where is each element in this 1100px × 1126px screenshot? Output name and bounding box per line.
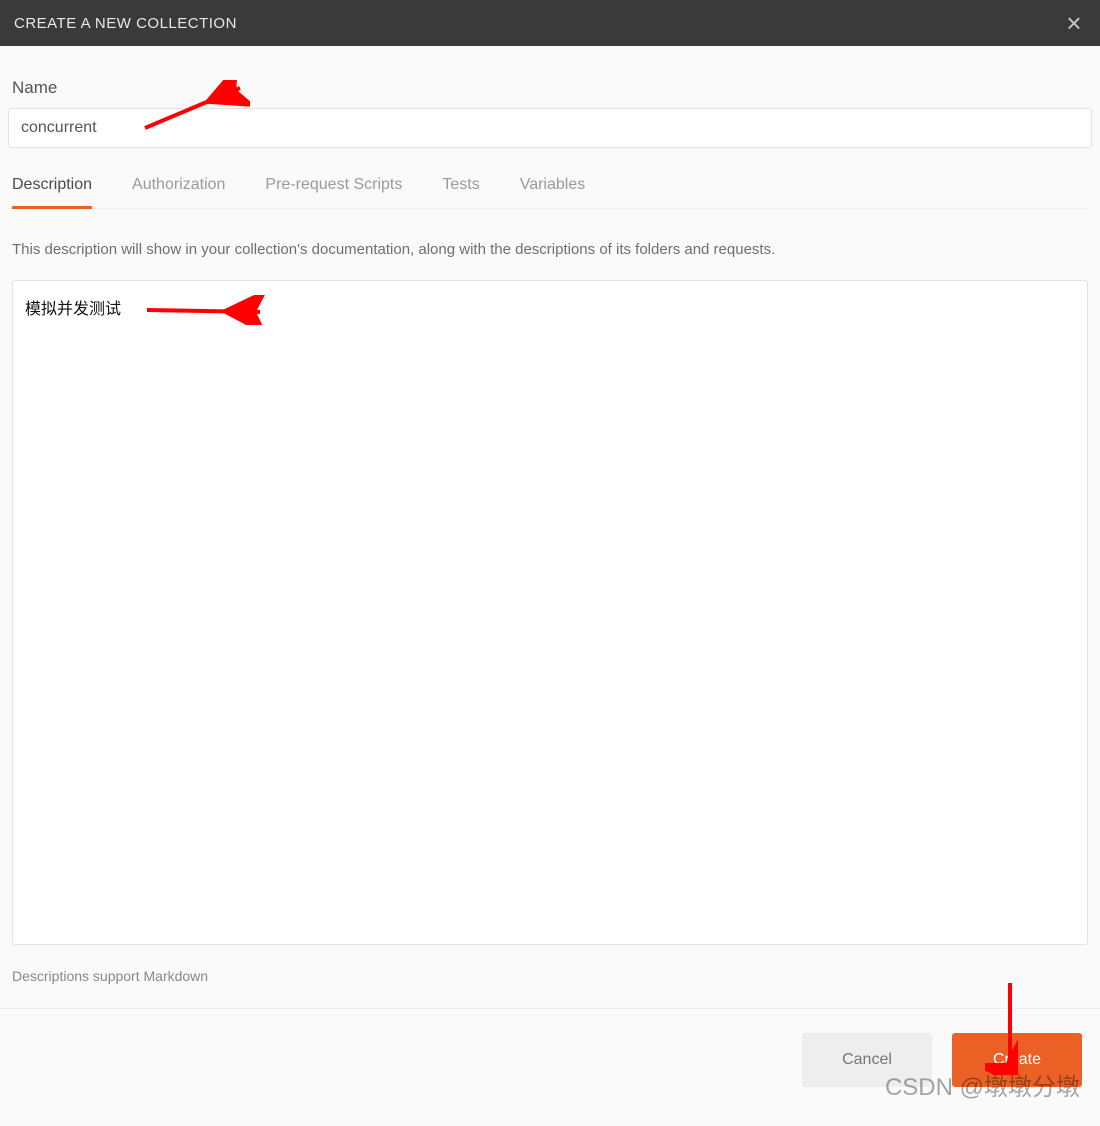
description-textarea[interactable] — [12, 280, 1088, 945]
modal-titlebar: CREATE A NEW COLLECTION × — [0, 0, 1100, 46]
modal-title: CREATE A NEW COLLECTION — [14, 15, 237, 32]
tabs: Description Authorization Pre-request Sc… — [8, 176, 1092, 209]
name-label: Name — [12, 78, 1088, 98]
markdown-note: Descriptions support Markdown — [12, 968, 1088, 984]
tab-variables[interactable]: Variables — [520, 176, 586, 209]
close-icon[interactable]: × — [1062, 10, 1086, 36]
footer: Cancel Create — [0, 1009, 1100, 1087]
create-button[interactable]: Create — [952, 1033, 1082, 1087]
description-hint: This description will show in your colle… — [12, 239, 1088, 262]
tab-tests[interactable]: Tests — [442, 176, 479, 209]
tab-pre-request-scripts[interactable]: Pre-request Scripts — [265, 176, 402, 209]
name-input[interactable] — [8, 108, 1092, 148]
tab-description[interactable]: Description — [12, 176, 92, 209]
modal-body: Name Description Authorization Pre-reque… — [0, 46, 1100, 984]
tab-authorization[interactable]: Authorization — [132, 176, 225, 209]
cancel-button[interactable]: Cancel — [802, 1033, 932, 1087]
